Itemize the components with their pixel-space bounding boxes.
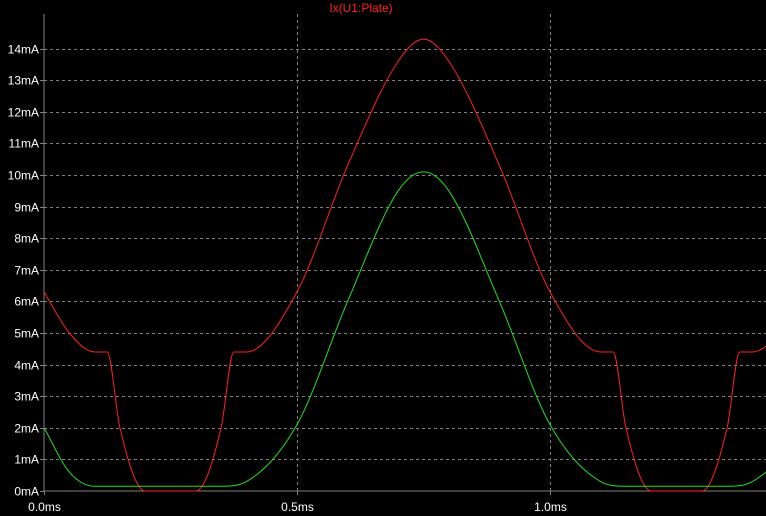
y-tick-label: 6mA: [14, 295, 39, 309]
y-tick-label: 12mA: [8, 106, 39, 120]
y-tick-label: 0mA: [14, 485, 39, 499]
legend-series-label[interactable]: Ix(U1:Plate): [329, 1, 392, 15]
y-tick-label: 10mA: [8, 169, 39, 183]
y-tick-label: 5mA: [14, 327, 39, 341]
y-tick-label: 8mA: [14, 232, 39, 246]
y-tick-label: 14mA: [8, 43, 39, 57]
y-tick-label: 3mA: [14, 390, 39, 404]
plot-background: [0, 0, 766, 516]
y-tick-label: 4mA: [14, 359, 39, 373]
waveform-plot[interactable]: 0mA 1mA 2mA 3mA 4mA 5mA 6mA 7mA 8mA 9mA 10mA 11mA 12…: [0, 0, 766, 516]
y-tick-label: 2mA: [14, 422, 39, 436]
x-tick-label: 0.0ms: [28, 500, 61, 514]
x-tick-label: 0.5ms: [281, 500, 314, 514]
y-tick-label: 7mA: [14, 264, 39, 278]
y-tick-label: 9mA: [14, 201, 39, 215]
y-tick-label: 1mA: [14, 453, 39, 467]
x-tick-label: 1.0ms: [534, 500, 567, 514]
y-tick-label: 11mA: [9, 137, 39, 151]
y-tick-label: 13mA: [8, 74, 39, 88]
